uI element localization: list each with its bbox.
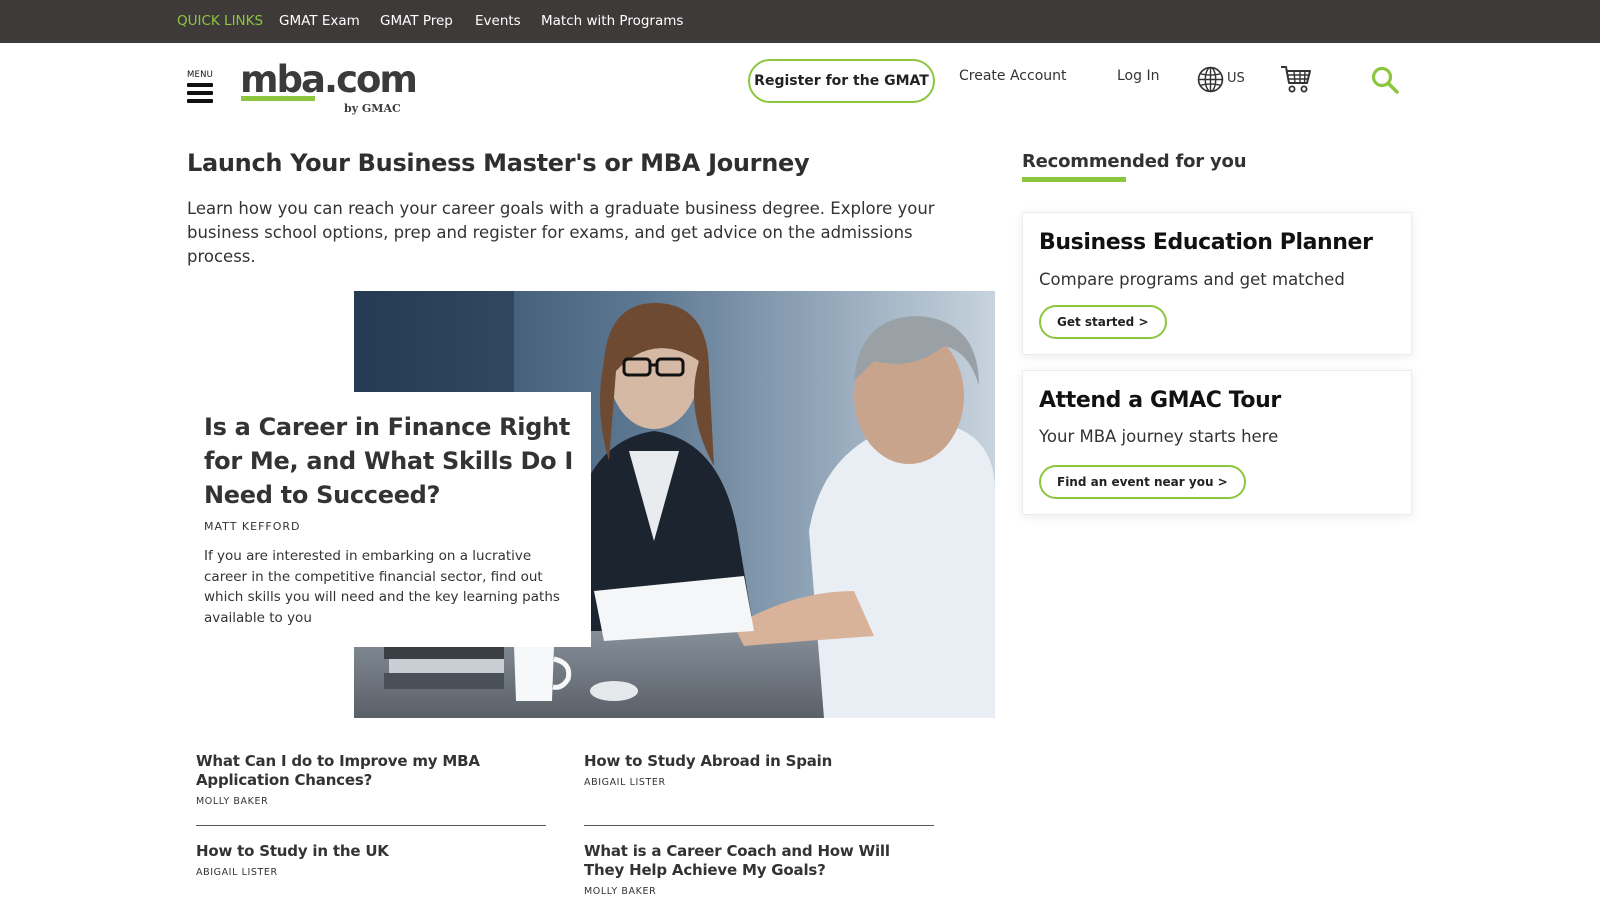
planner-card-subtitle: Compare programs and get matched xyxy=(1039,270,1345,289)
quick-links-bar: QUICK LINKS GMAT Exam GMAT Prep Events M… xyxy=(0,0,1600,43)
page-title: Launch Your Business Master's or MBA Jou… xyxy=(187,149,810,177)
login-link[interactable]: Log In xyxy=(1117,68,1159,84)
quick-link-gmat-prep[interactable]: GMAT Prep xyxy=(380,13,453,29)
cart-icon[interactable] xyxy=(1280,64,1312,94)
register-gmat-button[interactable]: Register for the GMAT xyxy=(748,59,935,103)
logo-underline xyxy=(241,96,315,101)
mba-logo[interactable]: mba.com by GMAC xyxy=(240,58,418,120)
featured-article-description: If you are interested in embarking on a … xyxy=(204,548,560,626)
menu-label: MENU xyxy=(187,70,214,80)
featured-article-title[interactable]: Is a Career in Finance Right for Me, and… xyxy=(204,410,574,512)
find-event-button[interactable]: Find an event near you > xyxy=(1039,465,1246,499)
quick-link-gmat-exam[interactable]: GMAT Exam xyxy=(279,13,360,29)
quick-link-events[interactable]: Events xyxy=(475,13,521,29)
create-account-link[interactable]: Create Account xyxy=(959,68,1067,84)
article-item[interactable]: How to Study Abroad in Spain ABIGAIL LIS… xyxy=(584,752,934,788)
search-icon[interactable] xyxy=(1370,65,1400,95)
article-title[interactable]: How to Study in the UK xyxy=(196,842,546,861)
featured-article-card[interactable]: Is a Career in Finance Right for Me, and… xyxy=(187,392,591,647)
article-title[interactable]: How to Study Abroad in Spain xyxy=(584,752,934,771)
recommended-heading: Recommended for you xyxy=(1022,151,1247,172)
article-item[interactable]: What Can I do to Improve my MBA Applicat… xyxy=(196,752,546,807)
article-divider xyxy=(196,825,546,826)
article-title[interactable]: What Can I do to Improve my MBA Applicat… xyxy=(196,752,546,790)
gmac-tour-card-subtitle: Your MBA journey starts here xyxy=(1039,427,1279,446)
article-item[interactable]: How to Study in the UK ABIGAIL LISTER xyxy=(196,842,546,878)
gmac-tour-card: Attend a GMAC Tour Your MBA journey star… xyxy=(1022,370,1412,515)
quick-link-match-programs[interactable]: Match with Programs xyxy=(541,13,683,29)
logo-text: mba.com xyxy=(240,58,418,101)
quick-links-label: QUICK LINKS xyxy=(177,13,264,29)
article-author: MOLLY BAKER xyxy=(196,796,269,807)
article-author: ABIGAIL LISTER xyxy=(584,777,666,788)
article-divider xyxy=(584,825,934,826)
intro-text: Learn how you can reach your career goal… xyxy=(187,199,935,266)
featured-article-author: MATT KEFFORD xyxy=(204,520,301,533)
region-label[interactable]: US xyxy=(1227,71,1245,86)
menu-button[interactable]: MENU xyxy=(187,70,215,110)
planner-card: Business Education Planner Compare progr… xyxy=(1022,212,1412,355)
recommended-underline xyxy=(1022,177,1126,182)
article-author: MOLLY BAKER xyxy=(584,886,657,897)
planner-card-title: Business Education Planner xyxy=(1039,230,1373,255)
get-started-button[interactable]: Get started > xyxy=(1039,305,1167,339)
globe-icon[interactable] xyxy=(1197,66,1224,93)
logo-subtitle: by GMAC xyxy=(344,102,401,115)
article-title[interactable]: What is a Career Coach and How Will They… xyxy=(584,842,934,880)
article-author: ABIGAIL LISTER xyxy=(196,867,278,878)
gmac-tour-card-title: Attend a GMAC Tour xyxy=(1039,388,1281,413)
article-item[interactable]: What is a Career Coach and How Will They… xyxy=(584,842,934,897)
